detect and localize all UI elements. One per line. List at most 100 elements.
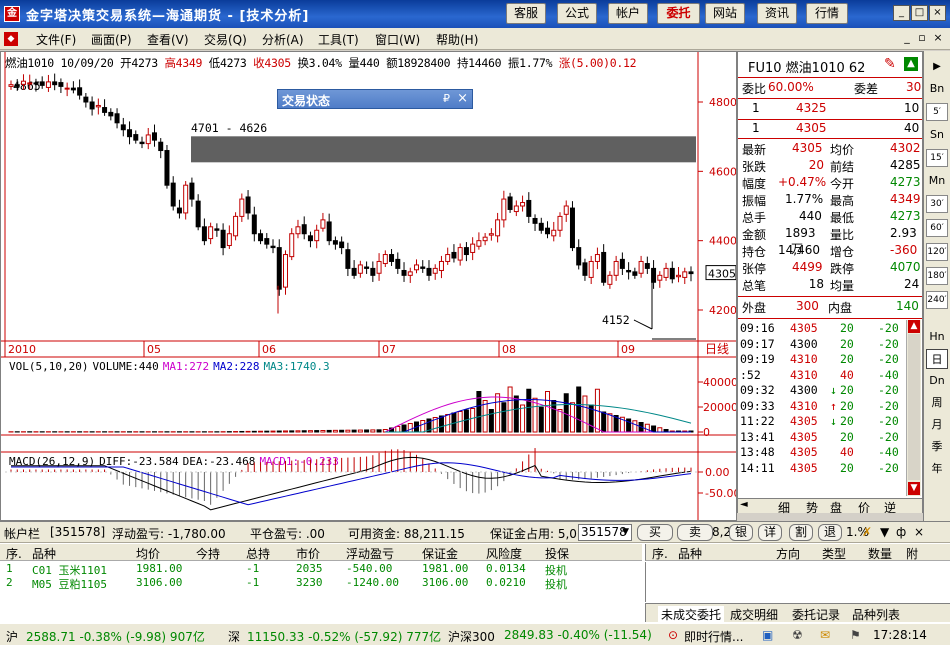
candle-body (164, 150, 170, 186)
sidebar-period-2[interactable]: Mn (926, 171, 948, 191)
menu-help[interactable]: 帮助(H) (436, 31, 478, 48)
sidebar-minute-icon[interactable]: 5′ (926, 103, 948, 121)
maximize-icon[interactable]: □ (911, 5, 928, 21)
order-header-1[interactable]: 品种 (678, 545, 702, 562)
child-close-icon[interactable]: × (931, 31, 945, 45)
sidebar-period-9[interactable]: 年 (926, 459, 948, 479)
order-header-4[interactable]: 数量 (868, 545, 892, 562)
orders-list[interactable] (645, 562, 950, 602)
tick-scrollbar[interactable]: ▲ ▼ (906, 320, 921, 496)
menu-analysis[interactable]: 分析(A) (262, 31, 304, 48)
formula-button[interactable]: 公式 (557, 3, 597, 24)
tab-detail[interactable]: 细 (778, 499, 790, 516)
position-row[interactable]: 1 C01 玉米1101 1981.00 -1 2035 -540.00 1981.00 0.… (0, 562, 642, 577)
bank-button[interactable]: 银 (729, 524, 753, 541)
kline-chart[interactable]: 4800 4600 4400 4200 4305 2010 05 06 07 08 09 日线 4701… (1, 52, 736, 520)
pos-header-3[interactable]: 今持 (196, 545, 220, 562)
pos-header-5[interactable]: 市价 (296, 545, 320, 562)
sidebar-period-1[interactable]: Sn (926, 125, 948, 145)
account-button[interactable]: 帐户 (608, 3, 648, 24)
order-header-0[interactable]: 序. (652, 545, 668, 562)
customer-service-button[interactable]: 客服 (506, 3, 546, 24)
child-minimize-icon[interactable]: _ (900, 31, 914, 45)
sell-button[interactable]: 卖 (677, 524, 713, 541)
sidebar-period-8[interactable]: 季 (926, 437, 948, 457)
expand-icon[interactable]: ▼ (880, 525, 889, 539)
sidebar-period-6[interactable]: 周 (926, 393, 948, 413)
sidebar-collapse-icon[interactable]: ▶ (926, 57, 948, 77)
wei-cha-value: 30 (906, 80, 922, 94)
website-button[interactable]: 网站 (705, 3, 745, 24)
sidebar-period-4[interactable]: 日 (926, 349, 948, 369)
trade-status-close-icon[interactable]: × (457, 91, 468, 106)
order-tab-2[interactable]: 委托记录 (792, 606, 840, 623)
tab-price[interactable]: 价 (858, 499, 870, 516)
pin-icon[interactable]: ₽ (443, 92, 450, 105)
sidebar-minute-icon[interactable]: 15′ (926, 149, 948, 167)
child-restore-icon[interactable]: ▫ (915, 31, 929, 45)
up-arrow-icon[interactable]: ▲ (904, 57, 918, 71)
candle-body (607, 274, 613, 285)
trade-status-panel[interactable]: 交易状态 ₽ × (277, 89, 473, 109)
volume-bar (251, 430, 257, 433)
chart-pane[interactable]: 4800 4600 4400 4200 4305 2010 05 06 07 08 09 日线 4701… (0, 51, 737, 521)
sidebar-period-7[interactable]: 月 (926, 415, 948, 435)
panel-pin-icon[interactable]: ф (896, 525, 906, 539)
pos-header-7[interactable]: 保证金 (422, 545, 458, 562)
scroll-thumb[interactable] (908, 334, 920, 480)
tab-book[interactable]: 盘 (830, 499, 842, 516)
order-header-3[interactable]: 类型 (822, 545, 846, 562)
order-button[interactable]: 委托 (657, 3, 700, 24)
tick-row: 13:41 4305 20 -20 (738, 430, 906, 445)
position-row[interactable]: 2 M05 豆粕1105 3106.00 -1 3230 -1240.00 3106.00 0… (0, 576, 642, 591)
order-tab-1[interactable]: 成交明细 (730, 606, 778, 623)
sidebar-period-3[interactable]: Hn (926, 327, 948, 347)
menu-file[interactable]: 文件(F) (36, 31, 76, 48)
minimize-icon[interactable]: _ (893, 5, 910, 21)
news-ticker[interactable]: 即时行情... (684, 628, 743, 645)
scroll-down-icon[interactable]: ▼ (908, 482, 920, 495)
menu-trade[interactable]: 交易(Q) (204, 31, 247, 48)
account-select[interactable]: 351578 ▼ (578, 524, 632, 541)
transfer-button[interactable]: 割 (789, 524, 813, 541)
tab-arrow-icon[interactable]: ◄ (740, 499, 748, 510)
menu-tools[interactable]: 工具(T) (318, 31, 359, 48)
pos-header-9[interactable]: 投保 (545, 545, 569, 562)
tab-reverse[interactable]: 逆 (884, 499, 896, 516)
sidebar-minute-icon[interactable]: 240′ (926, 291, 948, 309)
close-icon[interactable]: × (929, 5, 946, 21)
quote-button[interactable]: 行情 (806, 3, 848, 24)
pos-header-8[interactable]: 风险度 (486, 545, 522, 562)
pos-header-2[interactable]: 均价 (136, 545, 160, 562)
tools-icon[interactable]: ✗ (862, 525, 872, 539)
pos-header-0[interactable]: 序. (6, 545, 22, 562)
sidebar-minute-icon[interactable]: 180′ (926, 267, 948, 285)
sidebar-minute-icon[interactable]: 120′ (926, 243, 948, 261)
pos-header-6[interactable]: 浮动盈亏 (346, 545, 394, 562)
detail-button[interactable]: 详 (758, 524, 782, 541)
news-icon[interactable]: ⊙ (668, 628, 678, 642)
panel-close-icon[interactable]: × (914, 525, 924, 539)
order-header-5[interactable]: 附 (906, 545, 918, 562)
news-button[interactable]: 资讯 (757, 3, 797, 24)
sidebar-minute-icon[interactable]: 60′ (926, 219, 948, 237)
pos-header-1[interactable]: 品种 (32, 545, 56, 562)
menu-window[interactable]: 窗口(W) (375, 31, 420, 48)
settings-icon[interactable]: ✎ (884, 56, 896, 72)
logout-button[interactable]: 退 (818, 524, 842, 541)
sidebar-period-5[interactable]: Dn (926, 371, 948, 391)
sidebar-minute-icon[interactable]: 30′ (926, 195, 948, 213)
candle-body (77, 87, 83, 96)
sidebar-period-0[interactable]: Bn (926, 79, 948, 99)
buy-button[interactable]: 买 (637, 524, 673, 541)
scroll-up-icon[interactable]: ▲ (908, 320, 920, 333)
order-tab-0[interactable]: 未成交委托 (658, 606, 725, 623)
menu-view-page[interactable]: 画面(P) (91, 31, 132, 48)
tab-trend[interactable]: 势 (806, 499, 818, 516)
order-tab-3[interactable]: 品种列表 (852, 606, 900, 623)
volume-bar (501, 402, 507, 433)
tick-volume: 20 (840, 336, 854, 351)
order-header-2[interactable]: 方向 (776, 545, 800, 562)
pos-header-4[interactable]: 总持 (246, 545, 270, 562)
menu-view[interactable]: 查看(V) (147, 31, 189, 48)
